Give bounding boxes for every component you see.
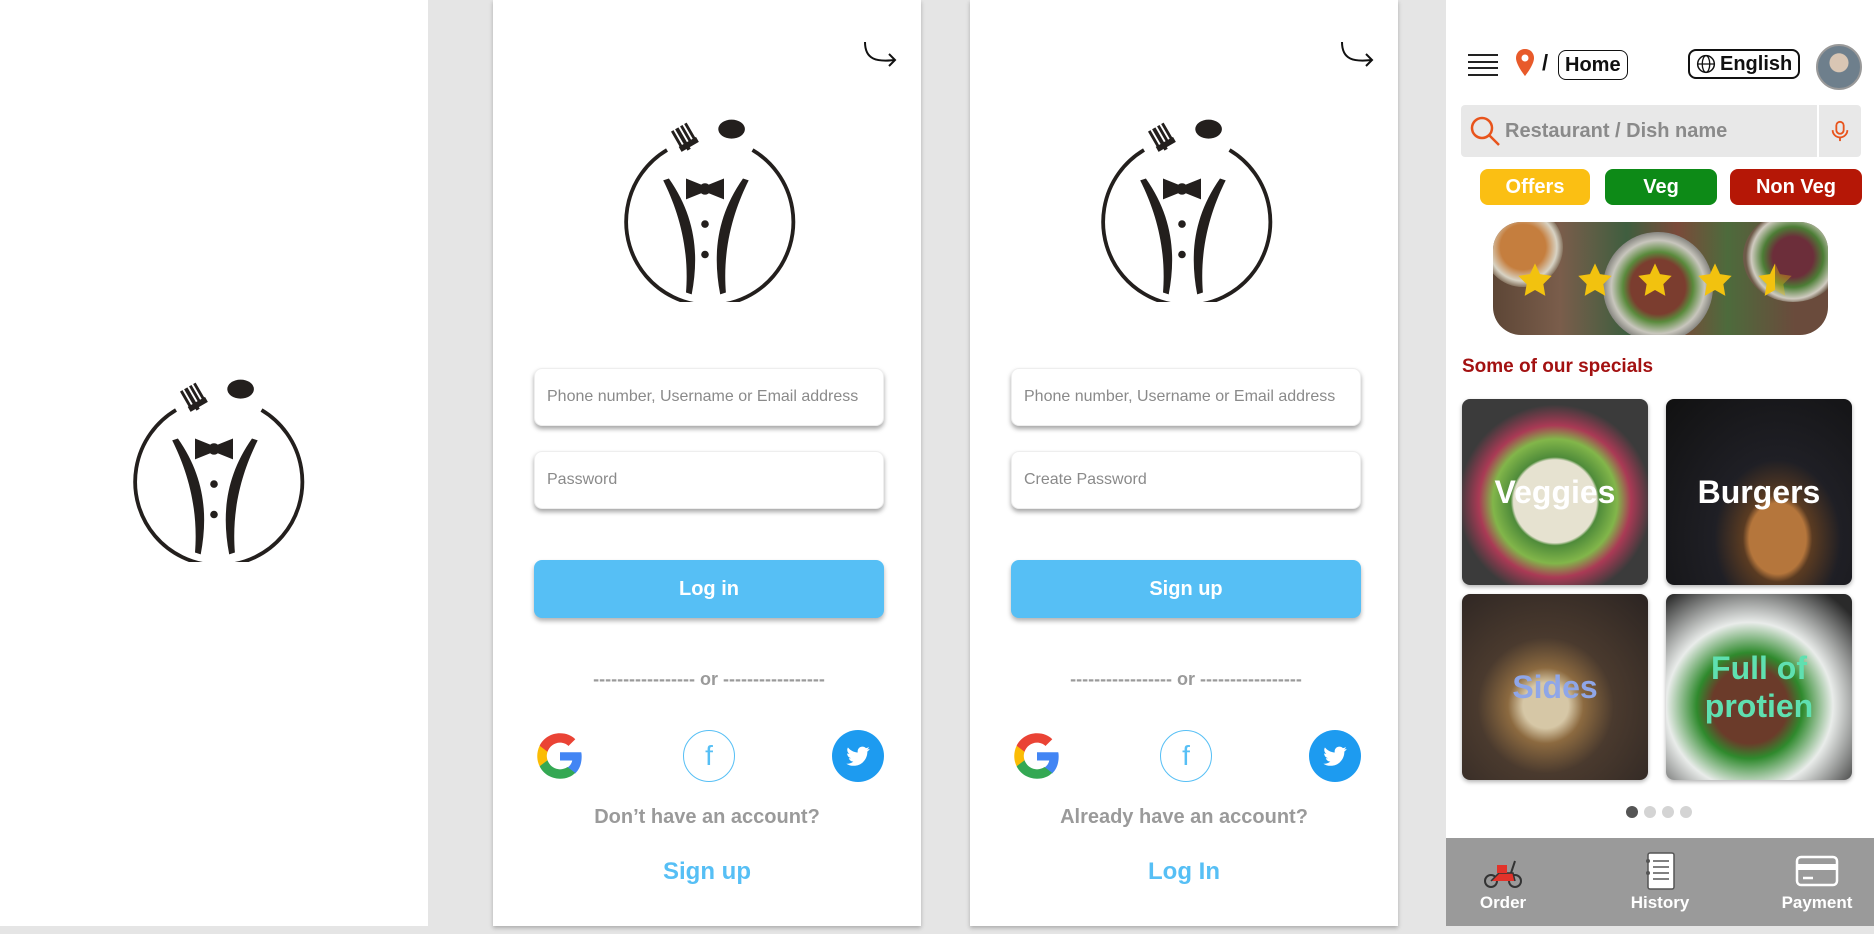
filter-veg[interactable]: Veg [1605, 169, 1717, 205]
top-bar: / Home English [1446, 44, 1874, 90]
language-label: English [1720, 53, 1793, 75]
logo-icon [1087, 112, 1277, 302]
nav-label: Payment [1781, 893, 1853, 912]
carousel-dot[interactable] [1680, 806, 1692, 818]
search-bar [1461, 105, 1861, 157]
redo-arrow-icon[interactable] [1338, 38, 1378, 68]
featured-banner[interactable] [1493, 222, 1828, 335]
login-button[interactable]: Log in [534, 560, 884, 618]
signup-screen: Sign up ----------------- or -----------… [970, 0, 1398, 926]
star-icon [1698, 263, 1732, 296]
payment-card-icon [1795, 855, 1839, 887]
password-field[interactable] [534, 451, 884, 509]
location-separator: / [1542, 50, 1549, 75]
location-pin-icon[interactable] [1514, 48, 1536, 78]
location-selector[interactable]: Home [1558, 50, 1628, 80]
twitter-icon[interactable] [832, 730, 884, 782]
half-star-icon [1758, 263, 1792, 296]
hamburger-icon[interactable] [1468, 54, 1498, 76]
signup-button[interactable]: Sign up [1011, 560, 1361, 618]
search-input[interactable] [1505, 105, 1817, 157]
language-selector[interactable]: English [1688, 49, 1801, 79]
carousel-dot[interactable] [1644, 806, 1656, 818]
special-sides[interactable]: Sides [1462, 594, 1648, 780]
or-divider: ----------------- or ----------------- [1070, 669, 1302, 689]
home-screen: / Home English Offers Veg Non Veg Some o… [1446, 0, 1874, 926]
twitter-icon[interactable] [1309, 730, 1361, 782]
filter-non-veg[interactable]: Non Veg [1730, 169, 1862, 205]
avatar[interactable] [1816, 44, 1862, 90]
carousel-indicator [1626, 806, 1692, 818]
splash-screen [0, 0, 428, 926]
or-divider: ----------------- or ----------------- [593, 669, 825, 689]
bottom-nav: Order History Payment [1446, 838, 1874, 926]
nav-order[interactable]: Order [1460, 851, 1546, 913]
signup-link[interactable]: Sign up [493, 858, 921, 886]
nav-history[interactable]: History [1617, 851, 1703, 913]
nav-label: Order [1479, 893, 1527, 912]
username-field[interactable] [534, 368, 884, 426]
star-icon [1638, 263, 1672, 296]
facebook-icon[interactable]: f [1160, 730, 1212, 782]
username-input[interactable] [1012, 369, 1360, 425]
globe-icon [1696, 54, 1716, 74]
nav-payment[interactable]: Payment [1774, 851, 1860, 913]
no-account-prompt: Don’t have an account? [594, 806, 820, 828]
create-password-input[interactable] [1012, 452, 1360, 508]
special-burgers[interactable]: Burgers [1666, 399, 1852, 585]
special-label: Sides [1512, 669, 1598, 705]
logo-icon [119, 372, 309, 562]
have-account-prompt: Already have an account? [1060, 806, 1308, 828]
carousel-dot[interactable] [1662, 806, 1674, 818]
facebook-icon[interactable]: f [683, 730, 735, 782]
create-password-field[interactable] [1011, 451, 1361, 509]
star-icon [1578, 263, 1612, 296]
redo-arrow-icon[interactable] [861, 38, 901, 68]
special-label: Burgers [1697, 474, 1821, 510]
section-title: Some of our specials [1462, 356, 1654, 377]
scooter-icon [1484, 860, 1522, 888]
star-icon [1518, 263, 1552, 296]
microphone-icon[interactable] [1817, 105, 1861, 157]
username-field[interactable] [1011, 368, 1361, 426]
history-icon [1646, 852, 1675, 890]
username-input[interactable] [535, 369, 883, 425]
special-label: Veggies [1494, 474, 1616, 510]
google-icon[interactable] [534, 730, 586, 782]
login-screen: Log in ----------------- or ------------… [493, 0, 921, 926]
search-icon [1465, 111, 1505, 151]
filter-offers[interactable]: Offers [1480, 169, 1590, 205]
special-protein[interactable]: Full of protien [1666, 594, 1852, 780]
special-label: Full of protien [1704, 650, 1814, 724]
google-icon[interactable] [1011, 730, 1063, 782]
logo-icon [610, 112, 800, 302]
special-veggies[interactable]: Veggies [1462, 399, 1648, 585]
password-input[interactable] [535, 452, 883, 508]
nav-label: History [1630, 893, 1690, 912]
login-link[interactable]: Log In [970, 858, 1398, 886]
location-label: Home [1565, 54, 1621, 76]
rating-stars [1515, 260, 1795, 300]
carousel-dot[interactable] [1626, 806, 1638, 818]
